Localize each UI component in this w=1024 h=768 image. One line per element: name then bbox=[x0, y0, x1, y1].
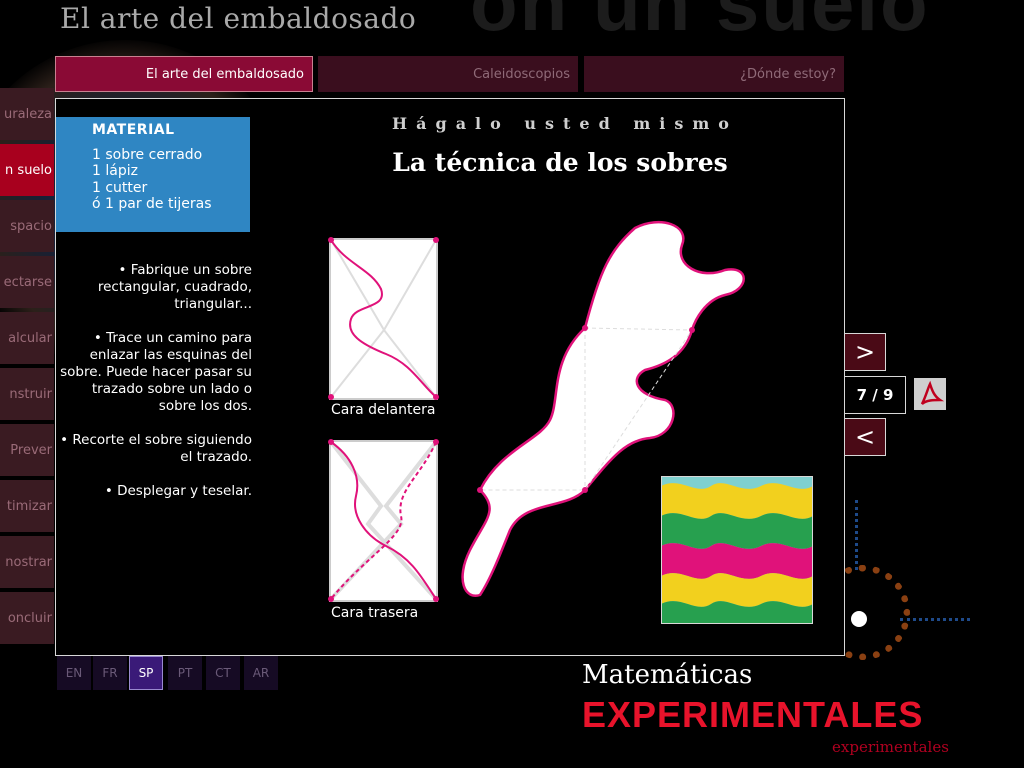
background-title: on un suelo bbox=[470, 0, 930, 47]
sidebar-item-conectarse[interactable]: ectarse bbox=[0, 256, 54, 308]
instruction-steps: • Fabrique un sobre rectangular, cuadrad… bbox=[60, 262, 252, 517]
language-sp[interactable]: SP bbox=[129, 656, 163, 690]
sidebar-item-prever[interactable]: Prever bbox=[0, 424, 54, 476]
sidebar-item-label: nstruir bbox=[9, 386, 52, 402]
dotted-line-decoration bbox=[900, 618, 970, 624]
sidebar-item-demostrar[interactable]: nostrar bbox=[0, 536, 54, 588]
material-item: ó 1 par de tijeras bbox=[92, 196, 212, 212]
material-title: MATERIAL bbox=[92, 122, 175, 138]
tab-label: ¿Dónde estoy? bbox=[740, 66, 836, 82]
sidebar-item-label: Prever bbox=[10, 442, 52, 458]
page-heading: La técnica de los sobres bbox=[392, 148, 728, 177]
sidebar-item-label: spacio bbox=[10, 218, 52, 234]
step-text: • Recorte el sobre siguiendo el trazado. bbox=[60, 432, 252, 465]
language-ar[interactable]: AR bbox=[244, 656, 278, 690]
sidebar-item-label: n suelo bbox=[5, 162, 52, 178]
tab-label: El arte del embaldosado bbox=[145, 66, 304, 82]
sidebar-item-suelo[interactable]: n suelo bbox=[0, 144, 54, 196]
caption-front: Cara delantera bbox=[331, 402, 436, 418]
sidebar-item-naturaleza[interactable]: uraleza bbox=[0, 88, 54, 140]
brand-line-1: Matemáticas bbox=[582, 660, 753, 690]
sidebar-item-construir[interactable]: nstruir bbox=[0, 368, 54, 420]
step-text: • Trace un camino para enlazar las esqui… bbox=[60, 330, 252, 414]
language-ct[interactable]: CT bbox=[206, 656, 240, 690]
sidebar-item-label: uraleza bbox=[4, 106, 52, 122]
sidebar-item-concluir[interactable]: oncluir bbox=[0, 592, 54, 644]
brand-logo: EXPERIMENTALES bbox=[582, 694, 924, 735]
dotted-line-decoration bbox=[855, 500, 862, 570]
section-kicker: Hágalo usted mismo bbox=[392, 114, 738, 133]
sidebar-item-label: oncluir bbox=[7, 610, 52, 626]
sidebar-item-optimizar[interactable]: timizar bbox=[0, 480, 54, 532]
sidebar-item-calcular[interactable]: alcular bbox=[0, 312, 54, 364]
sidebar-item-label: ectarse bbox=[3, 274, 52, 290]
language-en[interactable]: EN bbox=[57, 656, 91, 690]
material-item: 1 lápiz bbox=[92, 163, 138, 179]
material-item: 1 sobre cerrado bbox=[92, 146, 203, 163]
tab-label: Caleidoscopios bbox=[473, 66, 570, 82]
step-text: • Desplegar y teselar. bbox=[104, 483, 252, 499]
sidebar-item-label: nostrar bbox=[5, 554, 52, 570]
language-pt[interactable]: PT bbox=[168, 656, 202, 690]
sidebar-item-espacio[interactable]: spacio bbox=[0, 200, 54, 252]
language-fr[interactable]: FR bbox=[93, 656, 127, 690]
material-box: MATERIAL 1 sobre cerrado 1 lápiz 1 cutte… bbox=[56, 117, 250, 232]
site-title: El arte del embaldosado bbox=[60, 2, 417, 35]
tab-donde-estoy[interactable]: ¿Dónde estoy? bbox=[584, 56, 844, 92]
page-counter: 7 / 9 bbox=[844, 376, 906, 414]
pdf-icon[interactable] bbox=[914, 378, 946, 410]
material-item: 1 cutter bbox=[92, 179, 148, 196]
previous-page-button[interactable]: < bbox=[844, 418, 886, 456]
tessellation-preview bbox=[661, 476, 813, 624]
brand-line-3: experimentales bbox=[832, 738, 949, 756]
envelope-back-illustration bbox=[328, 439, 439, 602]
next-page-button[interactable]: > bbox=[844, 333, 886, 371]
caption-back: Cara trasera bbox=[331, 605, 419, 621]
sidebar-item-label: alcular bbox=[8, 330, 52, 346]
step-text: • Fabrique un sobre rectangular, cuadrad… bbox=[97, 262, 252, 312]
rosette-decoration bbox=[851, 611, 867, 627]
envelope-front-illustration bbox=[328, 237, 439, 400]
tab-arte-embaldosado[interactable]: El arte del embaldosado bbox=[55, 56, 313, 92]
tab-caleidoscopios[interactable]: Caleidoscopios bbox=[318, 56, 578, 92]
sidebar-item-label: timizar bbox=[6, 498, 52, 514]
